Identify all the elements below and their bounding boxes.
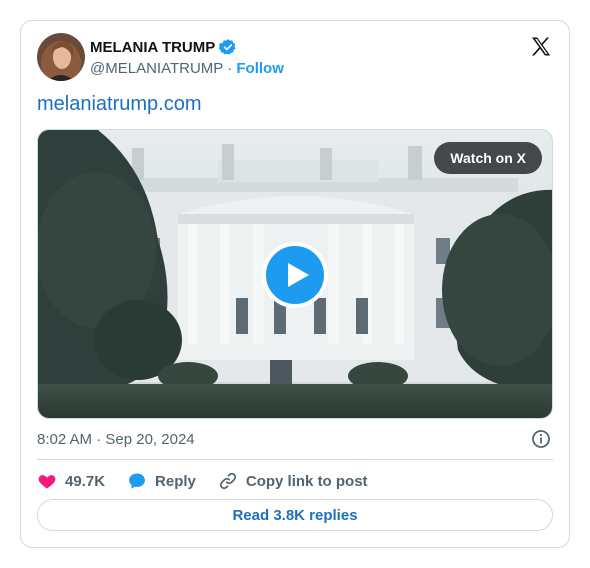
timestamp-row[interactable]: 8:02 AM · Sep 20, 2024: [37, 431, 195, 448]
heart-icon: [38, 475, 56, 489]
link-icon: [219, 472, 236, 490]
separator-dot: ·: [227, 60, 233, 77]
tweet-card: MELANIA TRUMP @MELANIATRUMP · Follow mel…: [20, 20, 570, 548]
x-logo-icon[interactable]: [529, 35, 553, 59]
avatar[interactable]: [37, 33, 85, 81]
author-name-row[interactable]: MELANIA TRUMP: [90, 38, 237, 56]
author-name[interactable]: MELANIA TRUMP: [90, 39, 215, 56]
info-icon[interactable]: [531, 429, 551, 449]
post-time[interactable]: 8:02 AM: [37, 431, 92, 448]
video-player[interactable]: Watch on X: [37, 129, 553, 419]
tweet-link[interactable]: melaniatrump.com: [37, 93, 202, 116]
like-count: 49.7K: [65, 472, 106, 490]
reply-bubble-icon: [129, 473, 145, 489]
watch-on-x-button[interactable]: Watch on X: [434, 142, 542, 174]
copy-link-button[interactable]: Copy link to post: [218, 471, 368, 491]
author-handle[interactable]: @MELANIATRUMP: [90, 60, 223, 77]
follow-button[interactable]: Follow: [236, 60, 284, 77]
read-replies-button[interactable]: Read 3.8K replies: [37, 499, 553, 531]
like-button[interactable]: 49.7K: [37, 471, 105, 491]
copy-link-label: Copy link to post: [245, 472, 368, 490]
reply-button[interactable]: Reply: [127, 471, 196, 491]
divider: [37, 459, 553, 460]
post-date[interactable]: Sep 20, 2024: [105, 431, 194, 448]
action-bar: 49.7K Reply Copy link to post: [37, 469, 390, 493]
verified-badge-icon: [218, 38, 237, 56]
play-icon[interactable]: [262, 242, 328, 308]
separator-dot-2: ·: [96, 431, 102, 448]
handle-row: @MELANIATRUMP · Follow: [90, 60, 284, 77]
reply-label: Reply: [155, 472, 196, 490]
